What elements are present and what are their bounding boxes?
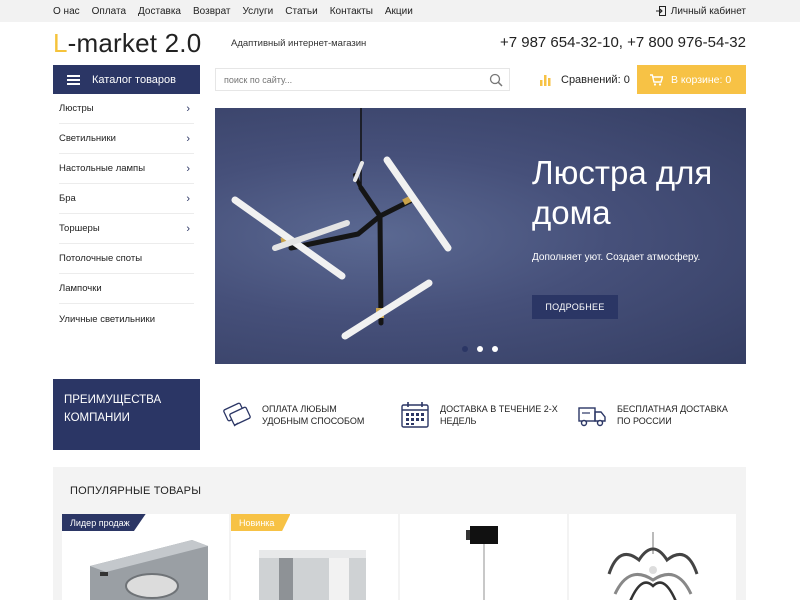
slider-dots — [462, 346, 498, 352]
cart-label: В корзине: 0 — [671, 73, 732, 86]
popular-products-section: ПОПУЛЯРНЫЕ ТОВАРЫ Лидер продаж Новинка — [53, 467, 746, 600]
top-nav-about[interactable]: О нас — [53, 6, 80, 17]
sidebar-item-label: Потолочные споты — [59, 253, 143, 264]
sidebar-item-floor-lamps[interactable]: Торшеры › — [59, 214, 194, 244]
sidebar-item-lamps[interactable]: Светильники › — [59, 124, 194, 154]
top-nav-contacts[interactable]: Контакты — [330, 6, 373, 17]
sidebar-item-sconces[interactable]: Бра › — [59, 184, 194, 214]
logo-letter: L — [53, 28, 68, 58]
chevron-right-icon: › — [186, 132, 190, 145]
top-nav-services[interactable]: Услуги — [243, 6, 274, 17]
product-card[interactable] — [569, 514, 736, 600]
catalog-sidebar: Люстры › Светильники › Настольные лампы … — [53, 94, 200, 334]
sidebar-item-outdoor-lights[interactable]: Уличные светильники — [59, 304, 194, 334]
credit-card-icon — [223, 402, 251, 427]
chevron-right-icon: › — [186, 162, 190, 175]
site-tagline: Адаптивный интернет-магазин — [231, 38, 367, 49]
top-nav-delivery[interactable]: Доставка — [138, 6, 181, 17]
sidebar-item-bulbs[interactable]: Лампочки — [59, 274, 194, 304]
compare-label: Сравнений: 0 — [561, 73, 630, 86]
advantage-delivery-time: ДОСТАВКА В ТЕЧЕНИЕ 2-Х НЕДЕЛЬ — [400, 400, 560, 430]
advantage-text: ОПЛАТА ЛЮБЫМ УДОБНЫМ СПОСОБОМ — [262, 404, 365, 426]
logo-text: -market 2.0 — [67, 28, 202, 58]
product-card[interactable] — [400, 514, 567, 600]
chandelier-image — [231, 108, 452, 340]
product-badge: Лидер продаж — [62, 514, 146, 531]
slider-dot-2[interactable] — [477, 346, 483, 352]
banner-subtitle: Дополняет уют. Создает атмосферу. — [532, 252, 701, 263]
search-input[interactable] — [216, 69, 476, 90]
banner-title: Люстра для дома — [532, 154, 713, 231]
popular-products-title: ПОПУЛЯРНЫЕ ТОВАРЫ — [70, 485, 202, 497]
sidebar-item-label: Торшеры — [59, 223, 100, 234]
chevron-right-icon: › — [186, 222, 190, 235]
chevron-right-icon: › — [186, 102, 190, 115]
sidebar-item-chandeliers[interactable]: Люстры › — [59, 94, 194, 124]
top-nav: О нас Оплата Доставка Возврат Услуги Ста… — [53, 0, 413, 22]
slider-dot-1[interactable] — [462, 346, 468, 352]
sidebar-item-label: Лампочки — [59, 283, 102, 294]
cart-icon — [650, 73, 663, 86]
search-icon[interactable] — [489, 73, 503, 87]
catalog-label: Каталог товаров — [92, 73, 176, 86]
top-nav-payment[interactable]: Оплата — [92, 6, 126, 17]
compare-link[interactable]: Сравнений: 0 — [540, 65, 630, 94]
account-link[interactable]: Личный кабинет — [655, 0, 746, 22]
product-card[interactable]: Лидер продаж — [62, 514, 229, 600]
phone-numbers[interactable]: +7 987 654-32-10, +7 800 976-54-32 — [500, 34, 746, 51]
site-logo[interactable]: L-market 2.0 — [53, 28, 201, 59]
product-image — [466, 526, 498, 600]
sidebar-item-ceiling-spots[interactable]: Потолочные споты — [59, 244, 194, 274]
bar-chart-icon — [540, 74, 551, 86]
product-badge: Новинка — [231, 514, 291, 531]
sidebar-item-label: Настольные лампы — [59, 163, 146, 174]
top-nav-return[interactable]: Возврат — [193, 6, 231, 17]
product-card[interactable]: Новинка — [231, 514, 398, 600]
top-bar: О нас Оплата Доставка Возврат Услуги Ста… — [0, 0, 800, 22]
product-cards: Лидер продаж Новинка — [62, 514, 736, 600]
sidebar-item-label: Уличные светильники — [59, 313, 156, 325]
top-nav-promotions[interactable]: Акции — [385, 6, 413, 17]
sidebar-item-label: Бра — [59, 193, 76, 204]
product-image — [607, 532, 699, 600]
hero-banner[interactable]: Люстра для дома Дополняет уют. Создает а… — [215, 108, 746, 364]
cart-button[interactable]: В корзине: 0 — [637, 65, 746, 94]
sidebar-item-table-lamps[interactable]: Настольные лампы › — [59, 154, 194, 184]
slider-dot-3[interactable] — [492, 346, 498, 352]
truck-icon — [578, 407, 606, 427]
advantages-heading: ПРЕИМУЩЕСТВА КОМПАНИИ — [53, 379, 200, 450]
catalog-button[interactable]: Каталог товаров — [53, 65, 200, 94]
menu-icon — [67, 74, 80, 85]
top-nav-articles[interactable]: Статьи — [285, 6, 317, 17]
banner-more-button[interactable]: ПОДРОБНЕЕ — [532, 295, 618, 319]
sidebar-item-label: Люстры — [59, 103, 94, 114]
advantage-text: БЕСПЛАТНАЯ ДОСТАВКА ПО РОССИИ — [617, 404, 728, 426]
advantage-text: ДОСТАВКА В ТЕЧЕНИЕ 2-Х НЕДЕЛЬ — [440, 404, 558, 426]
sidebar-item-label: Светильники — [59, 133, 116, 144]
search-box — [215, 68, 510, 91]
login-icon — [655, 6, 666, 16]
account-label: Личный кабинет — [670, 5, 746, 17]
advantage-free-shipping: БЕСПЛАТНАЯ ДОСТАВКА ПО РОССИИ — [577, 400, 737, 430]
calendar-icon — [401, 402, 429, 428]
chevron-right-icon: › — [186, 192, 190, 205]
advantage-payment: ОПЛАТА ЛЮБЫМ УДОБНЫМ СПОСОБОМ — [222, 400, 382, 430]
